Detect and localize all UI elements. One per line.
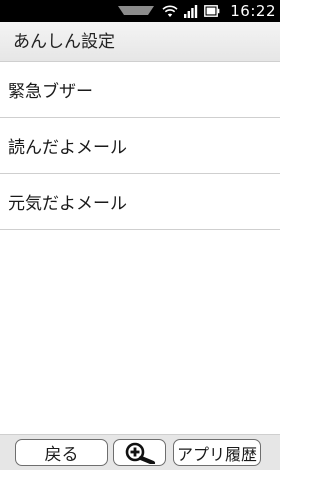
app-history-button[interactable]: アプリ履歴	[173, 439, 261, 466]
title-bar: あんしん設定	[0, 22, 280, 62]
wifi-icon	[162, 5, 178, 17]
status-bar: 16:22	[0, 0, 280, 22]
list-item-read-receipt-mail[interactable]: 読んだよメール	[0, 118, 280, 174]
app-history-label: アプリ履歴	[176, 444, 257, 464]
list-item-label: 読んだよメール	[8, 138, 127, 158]
list-item-emergency-buzzer[interactable]: 緊急ブザー	[0, 62, 280, 118]
list-item-label: 元気だよメール	[8, 194, 127, 214]
signal-icon	[184, 4, 198, 18]
settings-list: 緊急ブザー 読んだよメール 元気だよメール	[0, 62, 280, 230]
zoom-button[interactable]	[113, 439, 166, 466]
back-button[interactable]: 戻る	[15, 439, 108, 466]
battery-icon	[204, 5, 220, 17]
screen: 16:22 あんしん設定 緊急ブザー 読んだよメール 元気だよメール 戻る アプ…	[0, 0, 280, 498]
status-clock: 16:22	[230, 2, 276, 20]
bottom-strip	[0, 470, 280, 498]
notification-tab-icon	[118, 6, 154, 15]
list-item-label: 緊急ブザー	[8, 82, 93, 102]
status-icons: 16:22	[162, 0, 276, 22]
list-item-wellness-mail[interactable]: 元気だよメール	[0, 174, 280, 230]
page-title: あんしん設定	[13, 32, 115, 52]
back-button-label: 戻る	[44, 445, 79, 465]
zoom-in-icon	[125, 442, 155, 464]
